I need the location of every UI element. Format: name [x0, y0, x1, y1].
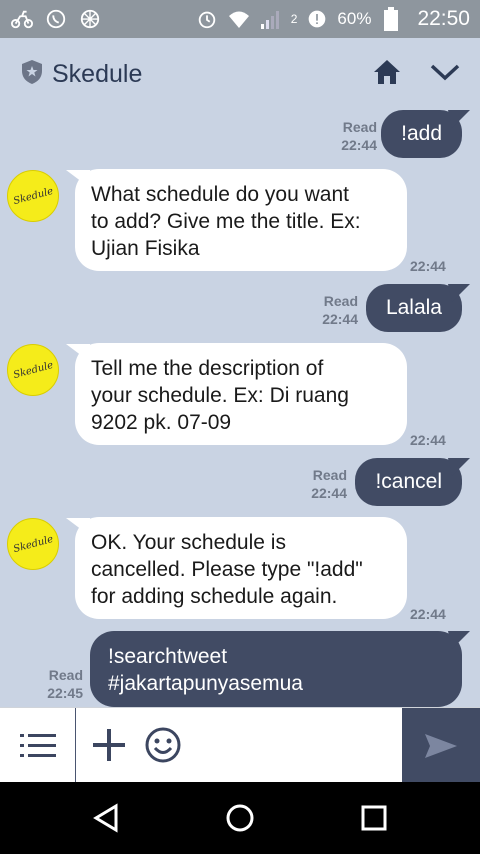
recents-icon[interactable] [356, 800, 392, 836]
bubble-tail [448, 110, 470, 128]
home-circle-icon[interactable] [222, 800, 258, 836]
message-line: to add? Give me the title. Ex: [91, 210, 361, 233]
message-time: 22:44 [410, 258, 446, 274]
message-line: your schedule. Ex: Di ruang [91, 384, 349, 407]
message-meta: Read 22:45 [47, 667, 83, 701]
emoji-icon[interactable] [142, 724, 184, 766]
message-line: 9202 pk. 07-09 [91, 411, 232, 434]
message-line: OK. Your schedule is [91, 531, 286, 554]
whatsapp-icon [44, 7, 68, 31]
message-line: What schedule do you want [91, 183, 349, 206]
avatar[interactable]: Skedule [7, 170, 59, 222]
plus-icon[interactable] [88, 724, 130, 766]
globe-icon [78, 7, 102, 31]
message-line: #jakartapunyasemua [108, 672, 303, 695]
message-meta: Read 22:44 [341, 119, 377, 153]
status-time: 22:50 [417, 7, 470, 30]
message-text: !add [401, 122, 442, 145]
bubble-tail [448, 284, 470, 302]
message-input-bar [0, 707, 480, 783]
incoming-message[interactable]: What schedule do you want to add? Give m… [75, 169, 407, 271]
bike-icon [10, 7, 34, 31]
outgoing-message[interactable]: !cancel [355, 458, 462, 506]
avatar[interactable]: Skedule [7, 518, 59, 570]
wifi-icon [227, 7, 251, 31]
message-time: 22:44 [410, 606, 446, 622]
status-bar: 2 60% 22:50 [0, 0, 480, 38]
incoming-message[interactable]: Tell me the description of your schedule… [75, 343, 407, 445]
message-line: Ujian Fisika [91, 237, 200, 260]
incoming-message[interactable]: OK. Your schedule is cancelled. Please t… [75, 517, 407, 619]
battery-icon [379, 7, 403, 31]
signal-icon [259, 7, 283, 31]
message-meta: Read 22:44 [311, 467, 347, 501]
message-time: 22:44 [410, 432, 446, 448]
message-line: cancelled. Please type "!add" [91, 558, 363, 581]
message-meta: Read 22:44 [322, 293, 358, 327]
alarm-icon [195, 7, 219, 31]
message-line: !searchtweet [108, 645, 228, 668]
chevron-down-icon[interactable] [430, 62, 460, 87]
message-text: Lalala [385, 296, 442, 319]
chat-header: Skedule [0, 38, 480, 110]
message-text: !cancel [375, 470, 442, 493]
outgoing-message[interactable]: !searchtweet #jakartapunyasemua [90, 631, 462, 707]
send-icon[interactable] [402, 708, 480, 783]
chat-area[interactable]: Read 22:44 !add Skedule What schedule do… [0, 110, 480, 707]
menu-icon[interactable] [0, 708, 76, 783]
home-icon[interactable] [372, 58, 402, 91]
message-line: Tell me the description of [91, 357, 324, 380]
data-icon [305, 7, 329, 31]
back-icon[interactable] [89, 800, 125, 836]
message-line: for adding schedule again. [91, 585, 338, 608]
battery-percent: 60% [337, 9, 372, 28]
chat-title: Skedule [52, 59, 143, 88]
network-label: 2 [290, 12, 298, 26]
avatar[interactable]: Skedule [7, 344, 59, 396]
shield-icon [20, 59, 44, 90]
bubble-tail [448, 631, 470, 649]
system-nav-bar [0, 782, 480, 854]
bubble-tail [448, 458, 470, 476]
